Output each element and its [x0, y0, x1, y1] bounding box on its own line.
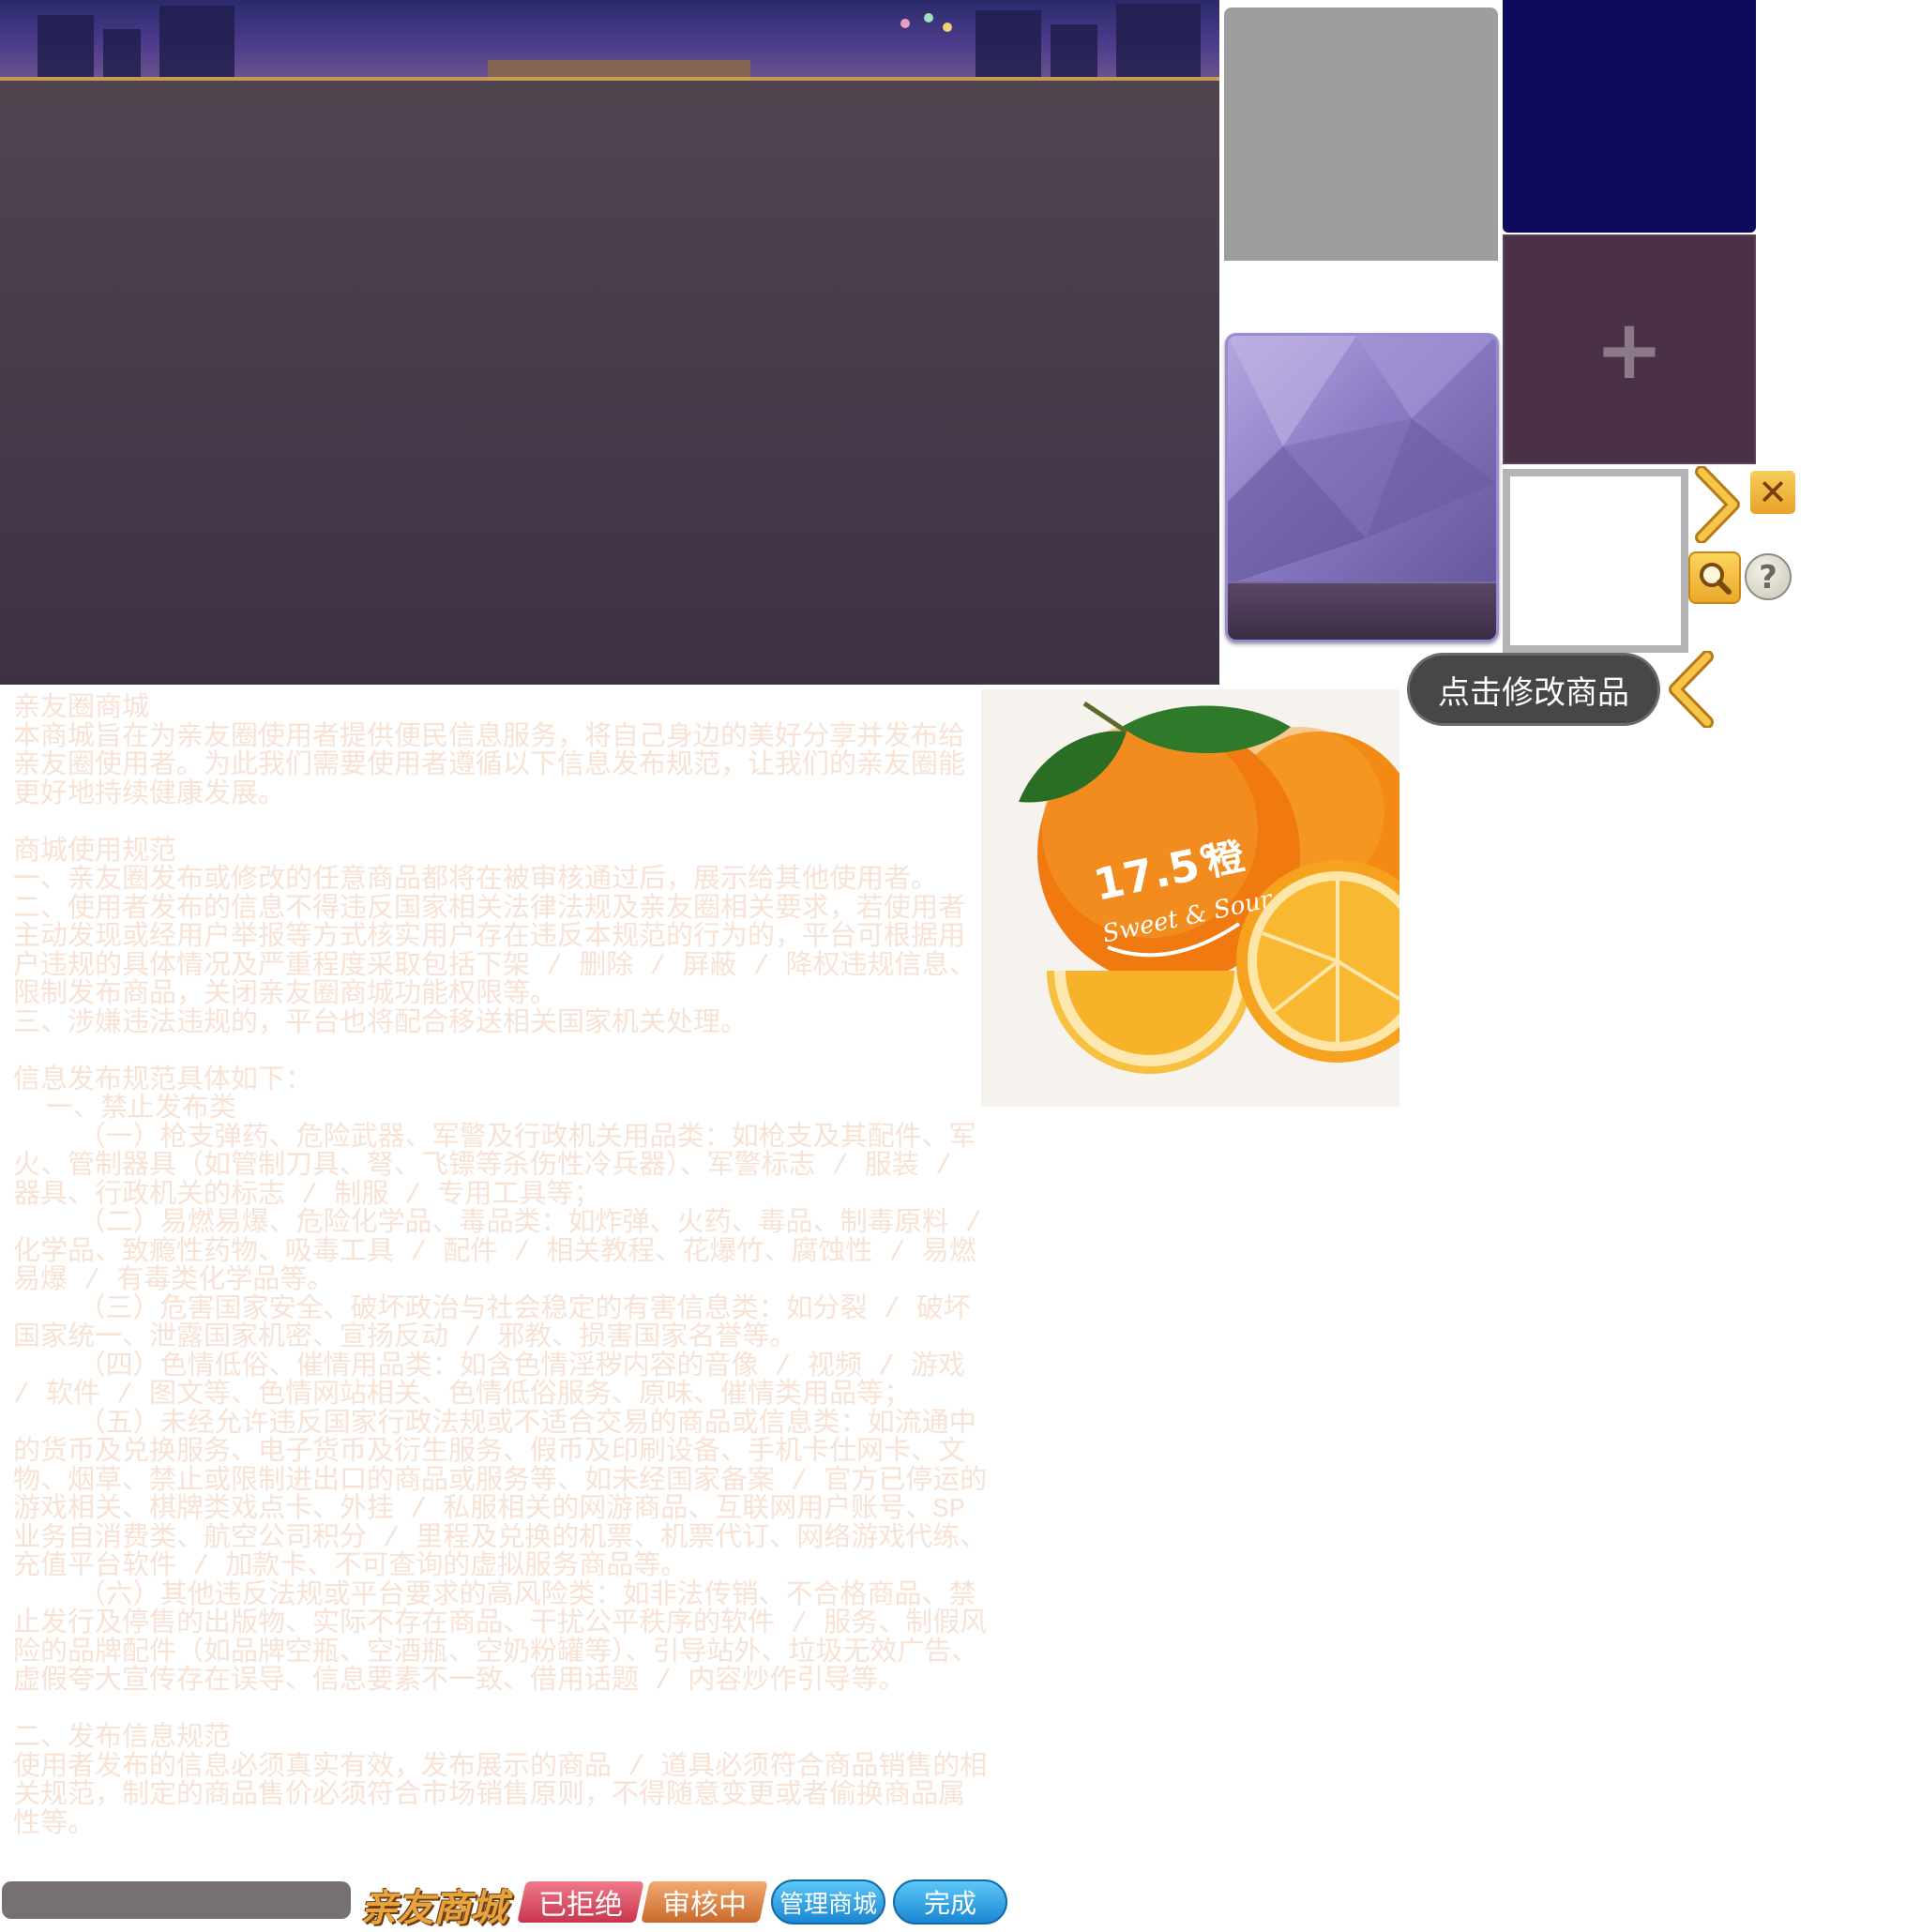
gray-tile: [1224, 8, 1498, 261]
empty-image-slot[interactable]: [1503, 469, 1688, 653]
search-icon: [1700, 563, 1732, 595]
manage-shop-label: 管理商城: [779, 1890, 877, 1919]
done-label: 完成: [923, 1888, 976, 1919]
bottom-bar: [2, 1881, 351, 1919]
item-card-frame[interactable]: [1225, 333, 1499, 642]
navy-tile: [1503, 0, 1756, 233]
edit-item-label: 点击修改商品: [1438, 673, 1629, 712]
done-button[interactable]: 完成: [893, 1879, 1007, 1924]
shop-panel-background: [0, 0, 1219, 685]
in-review-tab-label: 审核中: [662, 1889, 747, 1922]
close-icon: ✕: [1758, 472, 1788, 513]
rejected-tab-label: 已拒绝: [538, 1889, 623, 1922]
chevron-left-icon[interactable]: [1666, 651, 1715, 728]
in-review-tab[interactable]: 审核中: [641, 1881, 768, 1923]
close-button[interactable]: ✕: [1750, 471, 1795, 514]
plus-icon: +: [1595, 300, 1664, 398]
chevron-right-icon[interactable]: [1694, 466, 1741, 543]
add-item-button[interactable]: +: [1503, 234, 1756, 464]
manage-shop-button[interactable]: 管理商城: [771, 1879, 885, 1924]
rejected-tab[interactable]: 已拒绝: [517, 1881, 644, 1923]
shop-title-button[interactable]: 亲友商城: [360, 1878, 510, 1930]
search-button[interactable]: [1688, 551, 1741, 604]
edit-item-tooltip[interactable]: 点击修改商品: [1407, 653, 1660, 726]
help-button[interactable]: ?: [1745, 553, 1792, 600]
product-image-orange[interactable]: 17.5° 橙 Sweet & Sour: [981, 689, 1399, 1107]
city-banner-image: [0, 0, 1219, 81]
help-icon: ?: [1759, 559, 1777, 596]
shop-rules-text: 亲友圈商城 本商城旨在为亲友圈使用者提供便民信息服务，将自己身边的美好分享并发布…: [13, 693, 988, 1840]
